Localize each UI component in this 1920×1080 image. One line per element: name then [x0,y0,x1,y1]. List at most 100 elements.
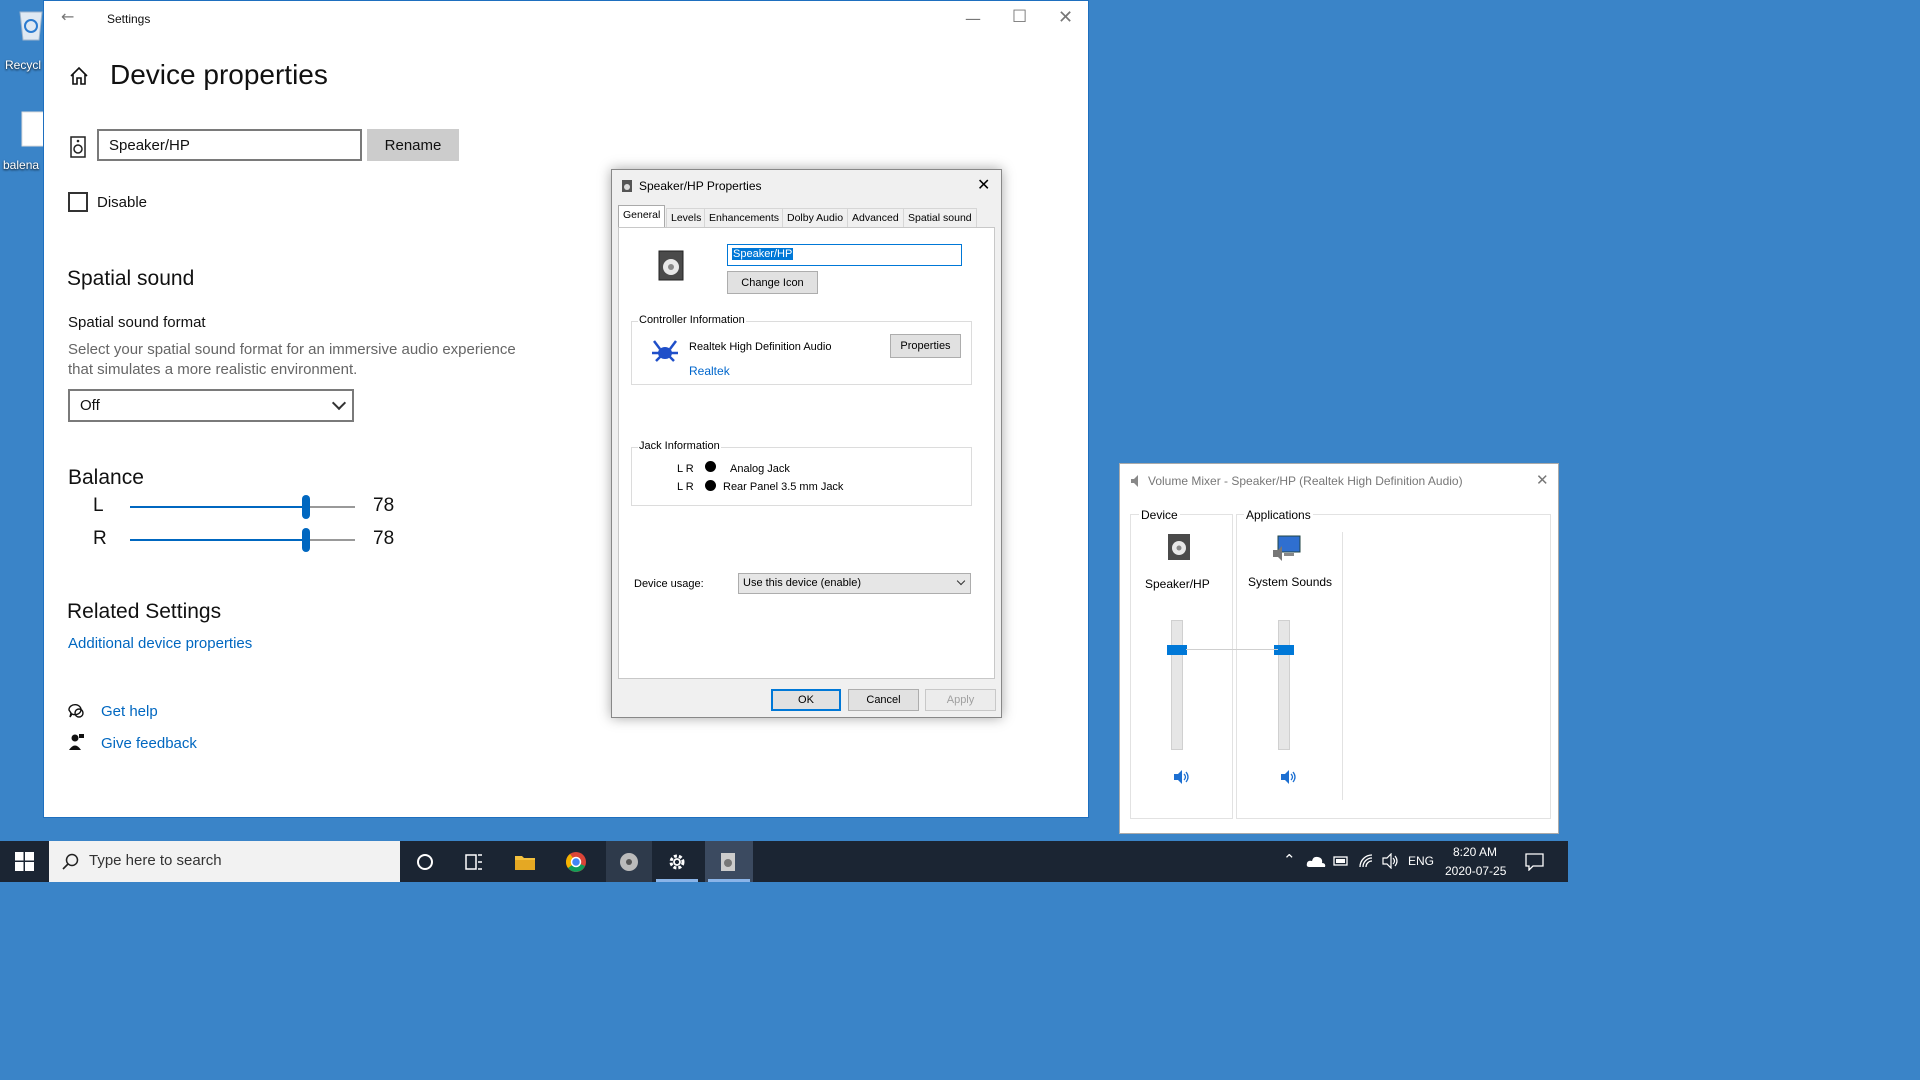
slider-thumb[interactable] [1274,644,1294,655]
battery-icon[interactable] [1333,854,1349,868]
file-explorer-icon[interactable] [514,851,536,873]
show-hidden-icons-chevron-up-icon[interactable]: ⌃ [1283,851,1296,869]
device-mute-speaker-icon[interactable] [1172,769,1190,785]
desktop-icon-label: Recycl [5,58,42,72]
close-icon[interactable]: ✕ [1536,471,1549,489]
spatial-sound-heading: Spatial sound [67,267,195,290]
additional-device-properties-link[interactable]: Additional device properties [68,635,252,652]
tab-general[interactable]: General [618,205,666,229]
controller-properties-button[interactable]: Properties [890,334,961,358]
rename-button[interactable]: Rename [367,129,459,161]
onedrive-cloud-icon[interactable] [1306,853,1326,871]
slider-fill [130,539,306,541]
search-icon [62,853,79,870]
jack-name: Analog Jack [730,463,790,475]
search-placeholder: Type here to search [89,852,222,869]
back-arrow-icon[interactable]: ← [61,7,74,26]
jack-lr-label: L R [677,463,694,475]
controller-info-title: Controller Information [638,314,746,326]
speaker-icon [622,180,632,192]
speaker-device-icon [70,136,86,158]
tab-dolby-audio[interactable]: Dolby Audio [782,208,849,228]
applications-heading: Applications [1244,508,1313,522]
notifications-icon[interactable] [1525,852,1544,871]
device-volume-slider[interactable] [1167,620,1187,750]
desktop-icon-file[interactable]: balena [0,108,47,172]
tab-advanced[interactable]: Advanced [847,208,904,228]
speaker-device-icon [1168,534,1190,560]
cancel-button[interactable]: Cancel [848,689,919,711]
active-app-indicator [708,879,750,882]
jack-color-dot [705,480,716,491]
system-sounds-volume-slider[interactable] [1274,620,1294,750]
change-icon-button[interactable]: Change Icon [727,271,818,294]
give-feedback-link[interactable]: Give feedback [101,735,197,752]
minimize-icon[interactable]: — [965,9,981,28]
system-sounds-label: System Sounds [1248,575,1333,589]
media-disc-icon [620,853,638,871]
clock-time[interactable]: 8:20 AM [1453,845,1497,859]
spatial-format-dropdown[interactable]: Off [68,389,354,422]
volume-mixer-window: Volume Mixer - Speaker/HP (Realtek High … [1119,463,1559,834]
dialog-name-input[interactable]: Speaker/HP [727,244,962,266]
taskbar-app-sound[interactable] [705,841,753,882]
device-heading: Device [1139,508,1180,522]
chevron-down-icon [956,576,966,586]
spatial-format-description: Select your spatial sound format for an … [68,341,516,378]
balance-left-value: 78 [373,495,395,516]
chevron-down-icon [331,395,347,411]
slider-thumb[interactable] [1167,644,1187,655]
windows-start-icon[interactable] [15,852,34,871]
related-settings-heading: Related Settings [67,600,222,623]
taskbar: Type here to search ⌃ ENG 8:20 AM 2020-0… [0,841,1568,882]
balance-right-slider[interactable] [130,528,355,552]
get-help-link[interactable]: Get help [101,703,158,720]
balance-right-label: R [93,528,107,549]
balance-heading: Balance [68,466,144,489]
realtek-link[interactable]: Realtek [689,364,730,378]
balance-left-label: L [93,495,104,516]
device-usage-label: Device usage: [634,578,704,590]
settings-gear-icon[interactable] [666,851,688,873]
input-language[interactable]: ENG [1408,854,1434,868]
spatial-format-value: Off [80,397,100,414]
system-sounds-mute-speaker-icon[interactable] [1279,769,1297,785]
controller-name: Realtek High Definition Audio [689,341,832,353]
chrome-icon[interactable] [565,851,587,873]
close-icon[interactable]: ✕ [1058,7,1073,28]
mixer-title: Volume Mixer - Speaker/HP (Realtek High … [1148,474,1463,488]
desktop-icon-label: balena [3,158,40,172]
active-app-indicator [656,879,698,882]
help-icon [68,703,84,718]
apply-button[interactable]: Apply [925,689,996,711]
maximize-icon[interactable]: ☐ [1012,7,1027,27]
volume-link-line [1186,648,1278,650]
feedback-icon [69,734,84,750]
title-bar: ← Settings — ☐ ✕ [44,1,1088,37]
jack-name: Rear Panel 3.5 mm Jack [723,481,844,493]
cortana-icon[interactable] [414,851,436,873]
disable-checkbox[interactable] [68,192,88,212]
slider-thumb[interactable] [301,528,310,552]
device-name-input[interactable]: Speaker/HP [97,129,362,161]
tab-enhancements[interactable]: Enhancements [704,208,785,228]
clock-date[interactable]: 2020-07-25 [1445,864,1506,878]
taskbar-app-media[interactable] [606,841,652,882]
taskbar-search-box[interactable]: Type here to search [49,841,400,882]
speaker-large-icon [658,250,684,281]
balance-left-slider[interactable] [130,495,355,519]
desktop-icon-recycle-bin[interactable]: Recycl [0,6,44,72]
disable-label: Disable [97,194,148,211]
slider-thumb[interactable] [301,495,310,519]
device-usage-dropdown[interactable]: Use this device (enable) [738,573,971,594]
dialog-title: Speaker/HP Properties [639,179,762,193]
tab-levels[interactable]: Levels [666,208,707,228]
system-sounds-icon [1273,535,1301,561]
close-icon[interactable]: ✕ [977,175,990,194]
volume-icon[interactable] [1381,853,1399,869]
task-view-icon[interactable] [463,851,485,873]
wifi-icon[interactable] [1358,853,1374,869]
tab-spatial-sound[interactable]: Spatial sound [903,208,977,228]
ok-button[interactable]: OK [771,689,841,711]
home-icon[interactable] [68,65,90,87]
